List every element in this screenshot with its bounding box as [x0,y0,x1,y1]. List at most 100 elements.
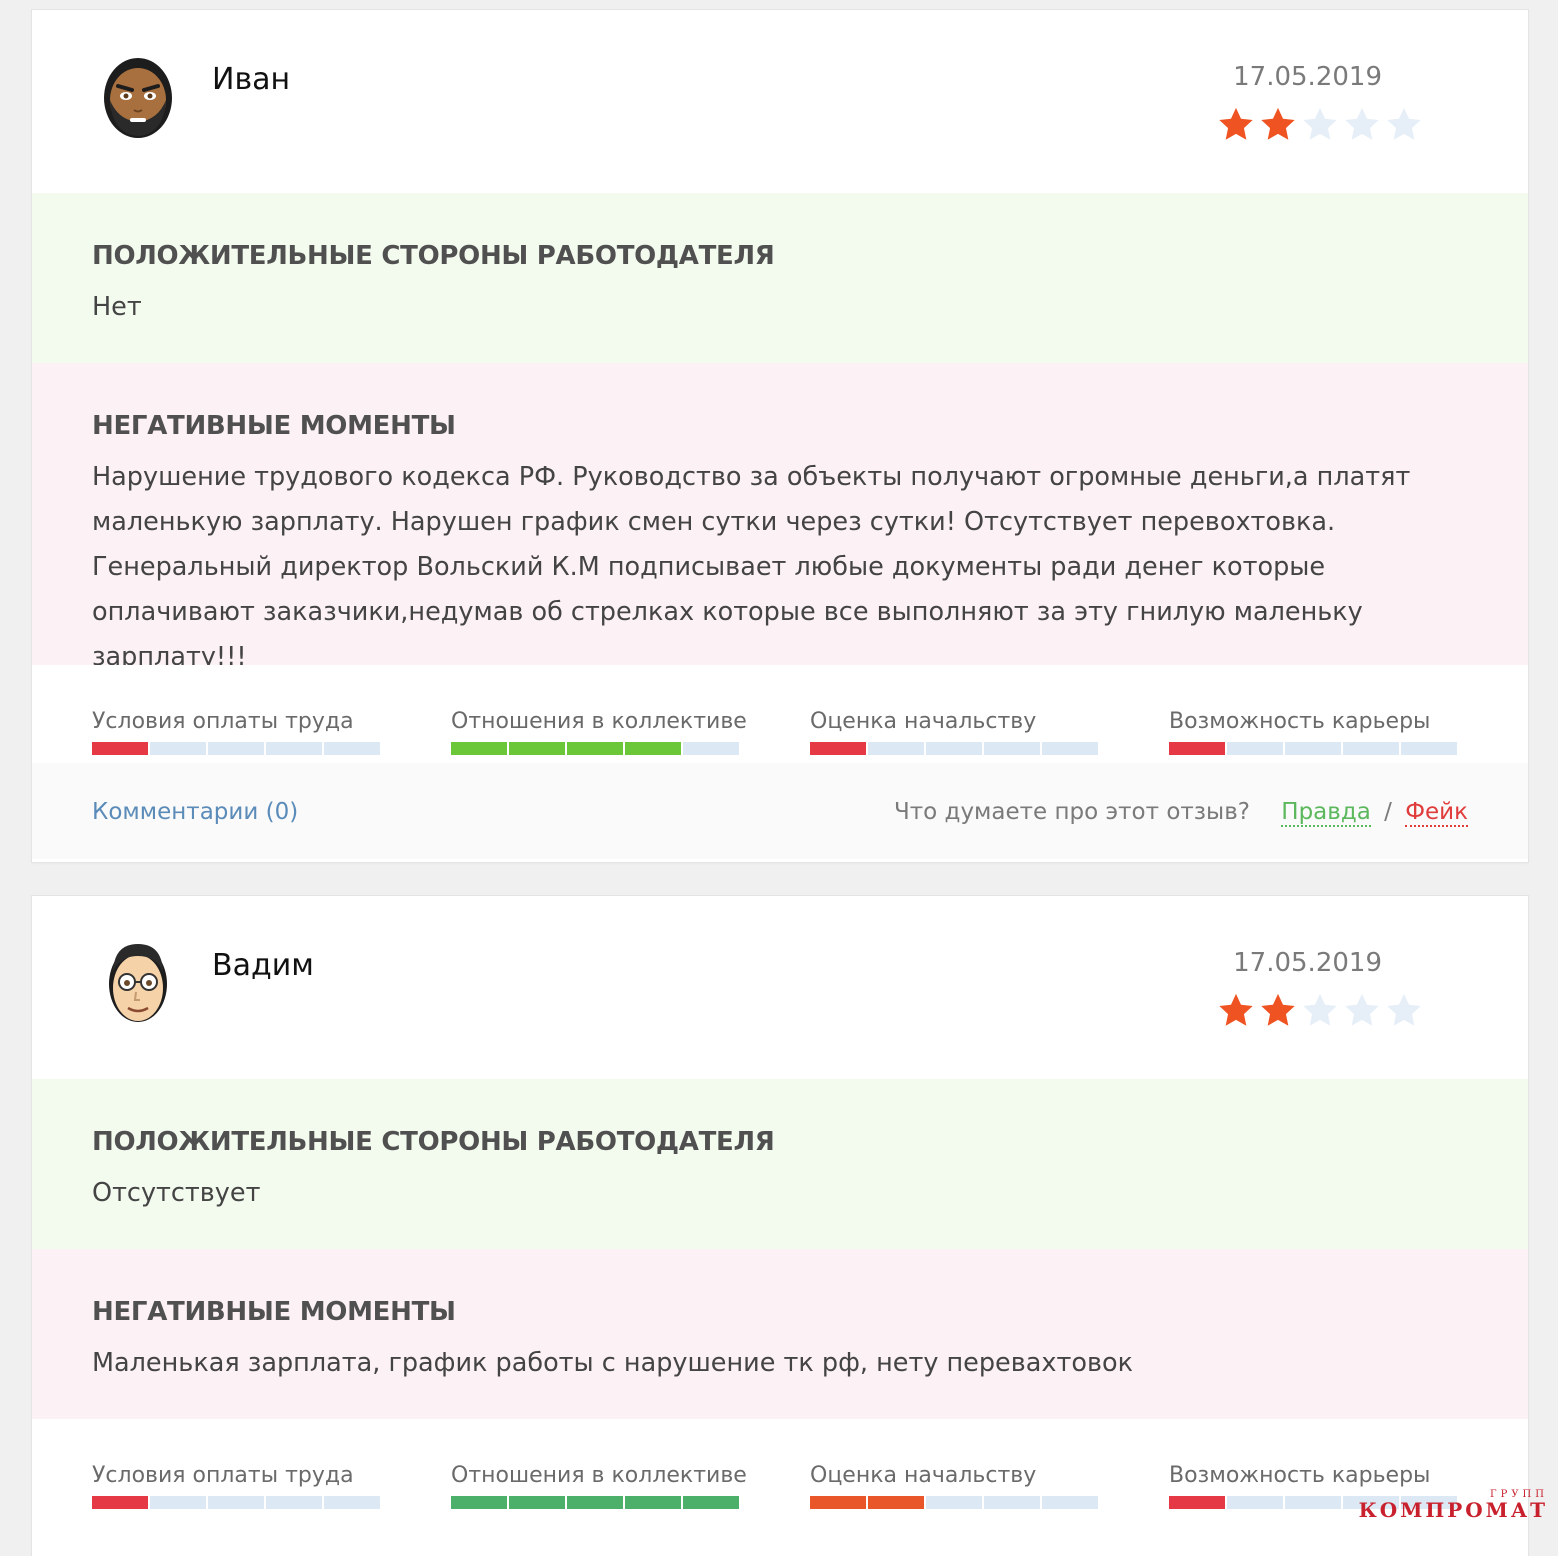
score-segment [1042,1496,1098,1509]
score-segment [567,742,623,755]
review-header: Иван 17.05.2019 [32,10,1528,193]
score-label: Условия оплаты труда [92,709,354,734]
score-segment [984,1496,1040,1509]
score-team: Отношения в коллективе [451,1463,747,1509]
score-segment [509,1496,565,1509]
man-with-glasses-avatar-icon [98,936,178,1026]
truth-link[interactable]: Правда [1281,799,1371,827]
score-segment [625,742,681,755]
positive-title: ПОЛОЖИТЕЛЬНЫЕ СТОРОНЫ РАБОТОДАТЕЛЯ [92,1127,775,1157]
score-segment [92,742,148,755]
review-card: Вадим 17.05.2019 ПОЛОЖИТЕЛЬНЫЕ СТОРОНЫ Р… [32,896,1528,1556]
positive-text: Отсутствует [92,1178,261,1208]
score-label: Условия оплаты труда [92,1463,354,1488]
star-icon [1387,107,1421,140]
author-name: Иван [212,62,291,97]
score-segment [1401,742,1457,755]
score-pay: Условия оплаты труда [92,1463,382,1509]
star-icon [1387,993,1421,1026]
review-header: Вадим 17.05.2019 [32,896,1528,1079]
score-segment [683,1496,739,1509]
score-segment [984,742,1040,755]
score-ratings: Условия оплаты труда Отношения в коллект… [32,665,1528,763]
score-segment [92,1496,148,1509]
comments-link[interactable]: Комментарии (0) [92,799,298,825]
positive-title: ПОЛОЖИТЕЛЬНЫЕ СТОРОНЫ РАБОТОДАТЕЛЯ [92,241,775,271]
review-footer: Комментарии (0) Что думаете про этот отз… [32,763,1528,859]
score-segment [451,1496,507,1509]
score-bar [92,1496,382,1509]
score-bar [1169,742,1459,755]
score-segment [567,1496,623,1509]
watermark-large: КОМПРОМАТ [1358,1498,1548,1522]
score-segment [868,742,924,755]
positive-section: ПОЛОЖИТЕЛЬНЫЕ СТОРОНЫ РАБОТОДАТЕЛЯ Отсут… [32,1079,1528,1249]
score-bar [810,1496,1100,1509]
review-date: 17.05.2019 [1233,62,1382,92]
negative-text: Маленькая зарплата, график работы с нару… [92,1348,1133,1378]
negative-section: НЕГАТИВНЫЕ МОМЕНТЫ Маленькая зарплата, г… [32,1249,1528,1419]
score-segment [1343,742,1399,755]
score-label: Отношения в коллективе [451,709,747,734]
score-segment [1169,742,1225,755]
score-segment [266,742,322,755]
score-management: Оценка начальству [810,1463,1100,1509]
score-team: Отношения в коллективе [451,709,747,755]
verdict-block: Что думаете про этот отзыв? Правда / Фей… [894,799,1468,827]
negative-title: НЕГАТИВНЫЕ МОМЕНТЫ [92,411,456,441]
fake-link[interactable]: Фейк [1405,799,1468,827]
star-icon [1303,993,1337,1026]
score-segment [810,742,866,755]
author-name: Вадим [212,948,314,983]
score-segment [625,1496,681,1509]
negative-title: НЕГАТИВНЫЕ МОМЕНТЫ [92,1297,456,1327]
star-icon [1261,993,1295,1026]
star-icon [1219,993,1253,1026]
score-label: Оценка начальству [810,1463,1037,1488]
score-bar [810,742,1100,755]
negative-section: НЕГАТИВНЫЕ МОМЕНТЫ Нарушение трудового к… [32,363,1528,672]
star-icon [1261,107,1295,140]
score-segment [150,742,206,755]
star-icon [1303,107,1337,140]
score-segment [324,742,380,755]
score-pay: Условия оплаты труда [92,709,382,755]
score-segment [868,1496,924,1509]
score-segment [683,742,739,755]
star-rating [1216,106,1424,142]
score-segment [926,742,982,755]
score-segment [208,742,264,755]
score-segment [324,1496,380,1509]
negative-text: Нарушение трудового кодекса РФ. Руководс… [92,462,1411,672]
star-icon [1219,107,1253,140]
score-segment [451,742,507,755]
score-label: Возможность карьеры [1169,1463,1431,1488]
star-icon [1345,993,1379,1026]
score-segment [150,1496,206,1509]
verdict-question: Что думаете про этот отзыв? [894,799,1250,825]
watermark-logo: ГРУПП КОМПРОМАТ [1359,1489,1548,1522]
review-date: 17.05.2019 [1233,948,1382,978]
score-segment [208,1496,264,1509]
score-segment [1227,742,1283,755]
score-segment [266,1496,322,1509]
score-bar [451,742,741,755]
score-bar [451,1496,741,1509]
star-icon [1345,107,1379,140]
score-segment [1285,1496,1341,1509]
bearded-man-avatar-icon [98,50,178,140]
score-management: Оценка начальству [810,709,1100,755]
score-label: Возможность карьеры [1169,709,1431,734]
review-card: Иван 17.05.2019 ПОЛОЖИТЕЛЬНЫЕ СТОРОНЫ РА… [32,10,1528,862]
positive-section: ПОЛОЖИТЕЛЬНЫЕ СТОРОНЫ РАБОТОДАТЕЛЯ Нет [32,193,1528,363]
score-segment [509,742,565,755]
score-segment [926,1496,982,1509]
score-segment [1042,742,1098,755]
star-rating [1216,992,1424,1028]
verdict-separator: / [1384,799,1392,825]
score-segment [810,1496,866,1509]
score-career: Возможность карьеры [1169,709,1459,755]
positive-text: Нет [92,292,142,322]
score-label: Отношения в коллективе [451,1463,747,1488]
score-bar [92,742,382,755]
